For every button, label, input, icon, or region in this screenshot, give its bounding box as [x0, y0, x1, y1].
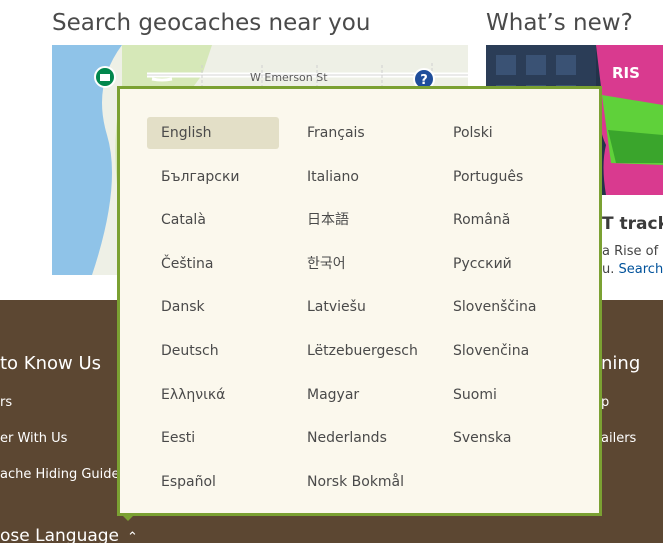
language-option[interactable]: Latviešu — [293, 291, 425, 323]
svg-text:RIS: RIS — [612, 64, 640, 82]
geocache-marker-icon[interactable] — [94, 66, 116, 88]
language-option[interactable]: Magyar — [293, 379, 425, 411]
whats-new-heading: What’s new? — [486, 10, 633, 36]
chevron-up-icon: ⌃ — [127, 530, 138, 543]
language-option[interactable]: Русский — [439, 248, 571, 280]
language-option[interactable]: Lëtzebuergesch — [293, 335, 425, 367]
footer-col3-heading: ning — [601, 353, 641, 374]
page: Search geocaches near you What’s new? W … — [0, 0, 663, 543]
language-option[interactable]: Slovenščina — [439, 291, 571, 323]
language-option[interactable]: 한국어 — [293, 248, 425, 280]
language-option[interactable]: English — [147, 117, 279, 149]
choose-language-label: ose Language — [0, 526, 120, 543]
language-option[interactable]: Eesti — [147, 422, 279, 454]
language-option[interactable]: Català — [147, 204, 279, 236]
language-option[interactable]: Norsk Bokmål — [293, 466, 425, 498]
language-option[interactable]: Italiano — [293, 161, 425, 193]
language-option[interactable]: Slovenčina — [439, 335, 571, 367]
language-option[interactable]: Français — [293, 117, 425, 149]
language-option[interactable]: Español — [147, 466, 279, 498]
choose-language-toggle[interactable]: ose Language ⌃ — [0, 526, 138, 543]
footer-col1-heading: to Know Us — [0, 353, 102, 374]
street-label: W Emerson St — [250, 71, 328, 84]
language-option[interactable]: Nederlands — [293, 422, 425, 454]
language-option[interactable]: 日本語 — [293, 204, 425, 236]
language-option[interactable]: Dansk — [147, 291, 279, 323]
footer-col3-link-2[interactable]: ailers — [601, 431, 636, 446]
language-option[interactable]: Svenska — [439, 422, 571, 454]
language-option[interactable]: Polski — [439, 117, 571, 149]
language-option[interactable]: Български — [147, 161, 279, 193]
search-geocaches-heading: Search geocaches near you — [52, 10, 371, 36]
language-option[interactable]: Ελληνικά — [147, 379, 279, 411]
news-text-line2: u. Search — [602, 262, 663, 277]
language-option[interactable]: Română — [439, 204, 571, 236]
language-option[interactable]: Čeština — [147, 248, 279, 280]
language-option[interactable]: Suomi — [439, 379, 571, 411]
language-option[interactable]: Português — [439, 161, 571, 193]
news-title[interactable]: T tracka — [602, 214, 663, 234]
language-option[interactable]: Deutsch — [147, 335, 279, 367]
footer-col1-link-3[interactable]: ache Hiding Guide — [0, 467, 120, 482]
language-menu: English Български Català Čeština Dansk Deutsc… — [117, 86, 602, 516]
footer-col1-link-2[interactable]: er With Us — [0, 431, 67, 446]
news-search-link[interactable]: Search — [619, 262, 663, 277]
footer-col3-link-1[interactable]: p — [601, 395, 609, 410]
footer-col1-link-1[interactable]: rs — [0, 395, 12, 410]
news-text-line1: a Rise of — [602, 244, 659, 259]
news-text-prefix: u. — [602, 262, 615, 277]
